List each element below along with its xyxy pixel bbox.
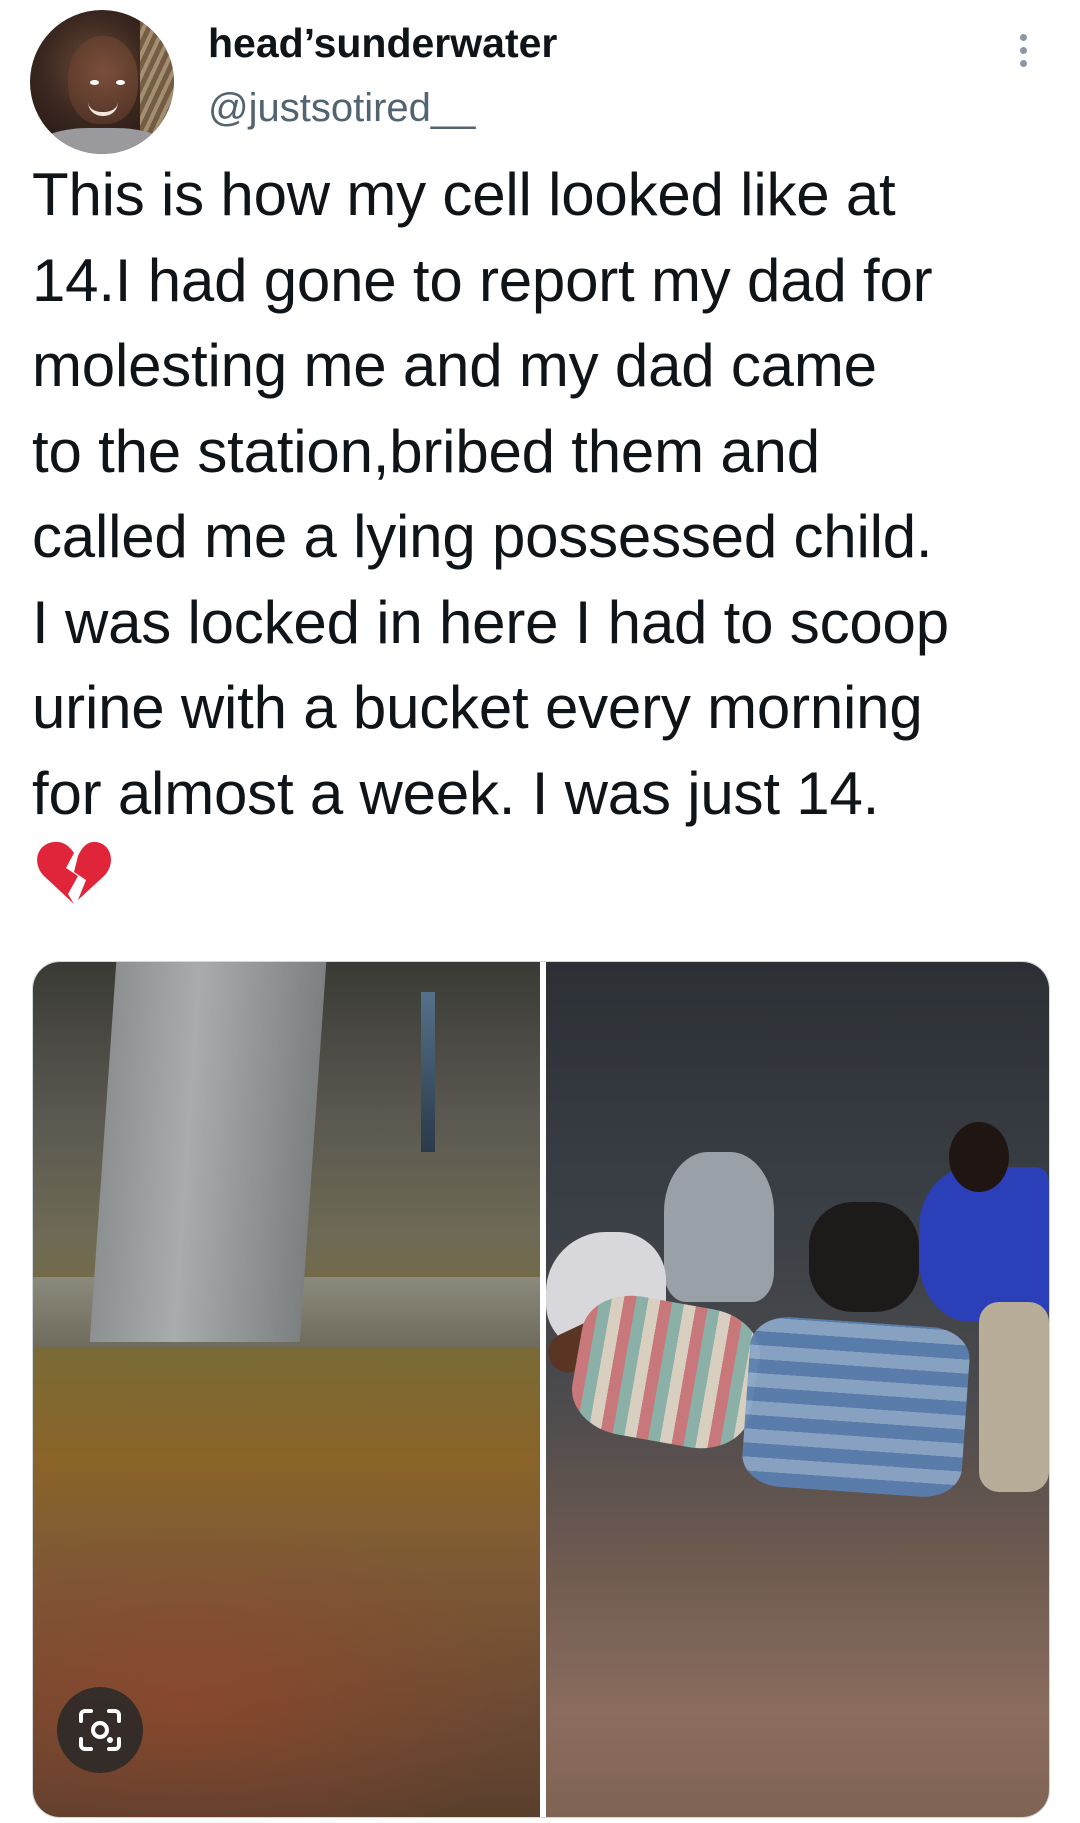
person-head	[949, 1122, 1009, 1192]
tweet-text: This is how my cell looked like at 14.I …	[32, 161, 949, 827]
media-photo-cell-people[interactable]	[546, 962, 1049, 1817]
avatar-eye-right	[116, 80, 125, 85]
media-photo-cell-floor[interactable]	[33, 962, 540, 1817]
person-dark	[809, 1202, 919, 1312]
striped-shirt	[565, 1287, 767, 1457]
avatar-scarf	[40, 128, 164, 154]
floor-stain	[33, 1522, 540, 1817]
person-leg	[979, 1302, 1049, 1492]
plaid-shorts	[740, 1314, 972, 1500]
author-display-name[interactable]: head’sunderwater	[208, 20, 557, 67]
more-options-icon[interactable]	[1016, 34, 1030, 72]
visual-search-button[interactable]	[57, 1687, 143, 1773]
media-grid[interactable]	[32, 961, 1050, 1818]
visual-search-icon	[79, 1709, 121, 1751]
avatar-eye-left	[90, 80, 99, 85]
concrete-pillar	[89, 962, 327, 1342]
author-avatar[interactable]	[30, 10, 174, 154]
broken-heart-icon	[37, 841, 111, 904]
bag	[664, 1152, 774, 1302]
author-handle[interactable]: @justsotired__	[208, 86, 475, 131]
water-tap	[421, 992, 435, 1152]
